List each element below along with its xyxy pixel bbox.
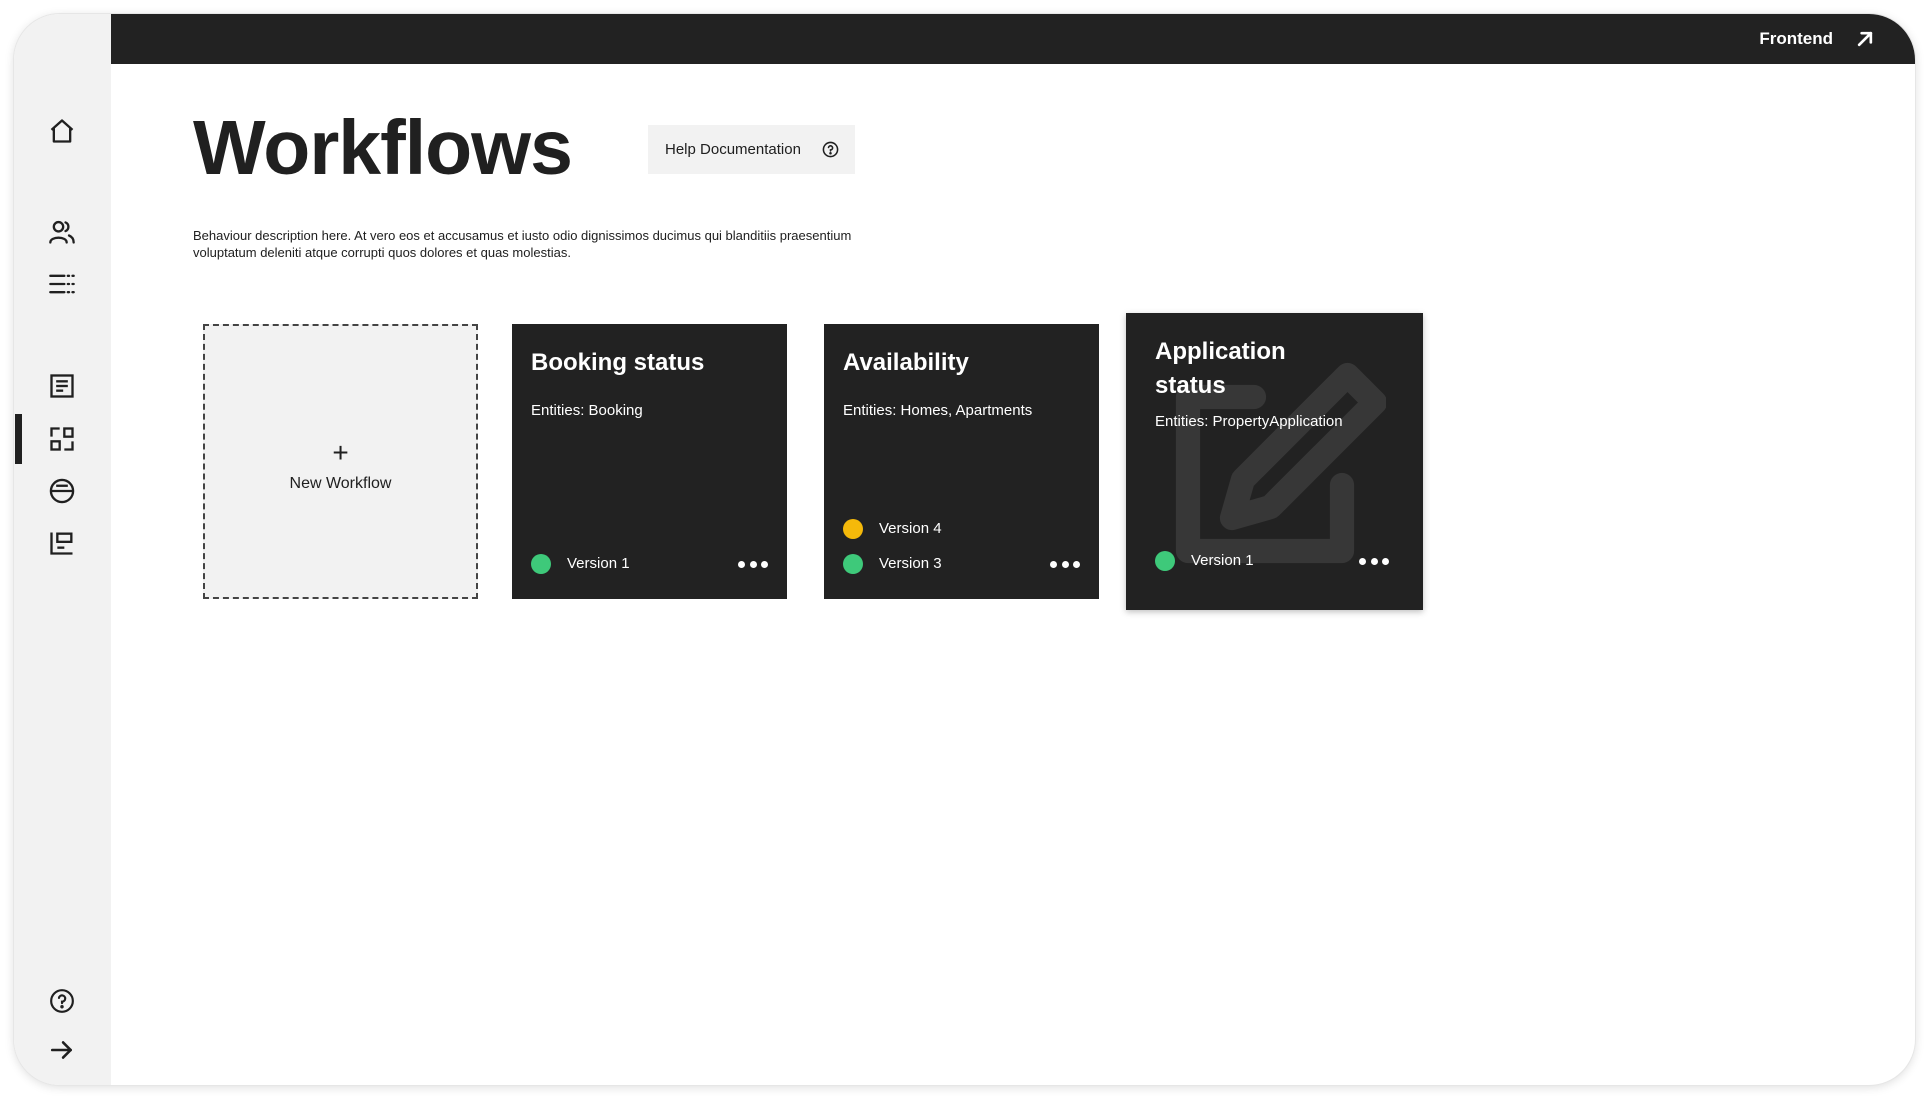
- description-line-2: voluptatum deleniti atque corrupti quos …: [193, 245, 571, 260]
- more-options-button[interactable]: [1050, 554, 1080, 574]
- frontend-label: Frontend: [1759, 29, 1833, 48]
- help-documentation-button[interactable]: Help Documentation: [648, 125, 855, 174]
- more-dot: [1370, 557, 1378, 565]
- version-label: Version 1: [1191, 552, 1254, 569]
- chart-icon: [50, 532, 73, 555]
- help-circle-icon: [822, 141, 839, 158]
- page-title: Workflows: [193, 105, 573, 191]
- workflow-title-line-2: status: [1155, 372, 1226, 399]
- frontend-link[interactable]: Frontend: [1759, 14, 1875, 64]
- more-dot: [761, 560, 768, 568]
- app-frame: Frontend Workflows Help Documentation Be…: [14, 14, 1915, 1085]
- sidebar-item-home[interactable]: [45, 114, 79, 148]
- document-icon: [50, 374, 74, 398]
- workflow-title: Application status: [1155, 335, 1286, 403]
- sidebar-item-help[interactable]: [45, 984, 79, 1018]
- sidebar-item-list[interactable]: [45, 267, 79, 301]
- version-label: Version 3: [879, 555, 942, 572]
- sidebar: [14, 14, 111, 1085]
- help-icon: [50, 989, 74, 1013]
- sidebar-item-documents[interactable]: [45, 369, 79, 403]
- workflow-card-application-status[interactable]: Application status Entities: PropertyApp…: [1126, 313, 1423, 610]
- workflow-entities: Entities: PropertyApplication: [1155, 413, 1343, 430]
- status-dot: [843, 553, 863, 574]
- external-arrow-icon: [1857, 31, 1873, 47]
- workflow-entities: Entities: Booking: [531, 402, 643, 419]
- list-icon: [49, 274, 75, 294]
- plus-icon: +: [332, 436, 349, 468]
- new-workflow-label: New Workflow: [289, 474, 392, 492]
- home-icon: [50, 119, 74, 143]
- users-icon: [49, 220, 75, 244]
- more-dot: [738, 560, 745, 568]
- arrow-right-icon: [50, 1041, 72, 1059]
- help-documentation-label: Help Documentation: [665, 141, 801, 158]
- workflow-title-line-1: Application: [1155, 338, 1286, 365]
- version-row[interactable]: Version 4: [843, 511, 1099, 546]
- workflow-title: Availability: [843, 349, 969, 376]
- workflow-entities: Entities: Homes, Apartments: [843, 402, 1033, 419]
- workflow-title: Booking status: [531, 349, 705, 376]
- workflow-card-availability[interactable]: Availability Entities: Homes, Apartments…: [824, 324, 1099, 599]
- new-workflow-card[interactable]: + New Workflow: [203, 324, 478, 599]
- more-dot: [1050, 560, 1057, 568]
- description-line-1: Behaviour description here. At vero eos …: [193, 228, 852, 243]
- sidebar-item-users[interactable]: [45, 215, 79, 249]
- workflow-icon: [50, 427, 74, 451]
- more-dot: [1061, 560, 1069, 568]
- more-dot: [749, 560, 757, 568]
- more-options-button[interactable]: [1359, 551, 1389, 571]
- version-label: Version 1: [567, 555, 630, 572]
- version-label: Version 4: [879, 520, 942, 537]
- sidebar-active-indicator: [15, 414, 22, 464]
- sidebar-item-dashboard[interactable]: [45, 526, 79, 560]
- sidebar-item-collapse[interactable]: [45, 1033, 79, 1067]
- page-description: Behaviour description here. At vero eos …: [193, 227, 913, 261]
- more-dot: [1382, 557, 1389, 565]
- more-options-button[interactable]: [738, 554, 768, 574]
- status-dot: [531, 553, 551, 574]
- sidebar-item-workflows[interactable]: [45, 422, 79, 456]
- status-dot: [1155, 550, 1175, 571]
- more-dot: [1359, 557, 1366, 565]
- circle-divider-icon: [49, 478, 75, 504]
- status-dot: [843, 518, 863, 539]
- more-dot: [1073, 560, 1080, 568]
- workflow-card-booking-status[interactable]: Booking status Entities: Booking Version…: [512, 324, 787, 599]
- top-bar: Frontend: [111, 14, 1915, 64]
- sidebar-item-integrations[interactable]: [45, 474, 79, 508]
